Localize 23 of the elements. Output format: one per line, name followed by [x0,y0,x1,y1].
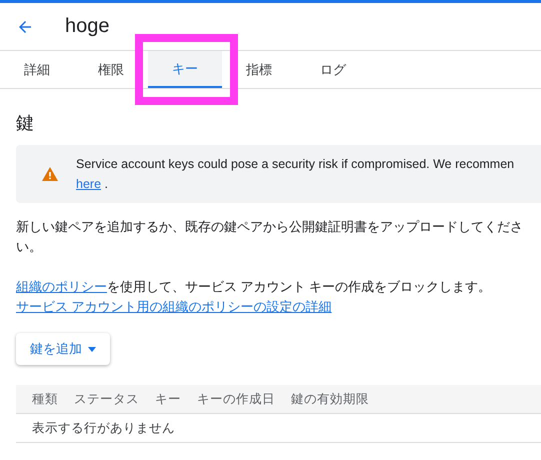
warning-period: . [104,177,108,191]
warning-icon [42,167,58,181]
warning-text: Service account keys could pose a security risk if compromised. We recommen [76,156,514,173]
column-header: ステータス [58,385,139,414]
tab[interactable]: 詳細 [0,51,74,88]
add-key-button[interactable]: 鍵を追加 [16,333,110,365]
tab[interactable]: 権限 [74,51,148,88]
column-header: 種類 [16,385,58,414]
page-title: hoge [65,15,110,38]
tab[interactable]: 指標 [222,51,296,88]
caret-icon [88,346,96,352]
column-header: キー [139,385,181,414]
tab[interactable]: キー [148,51,222,88]
policy-link[interactable]: 組織のポリシー [16,279,107,294]
details-link[interactable]: サービス アカウント用の組織のポリシーの設定の詳細 [16,297,332,317]
empty-table-message: 表示する行がありません [16,414,541,442]
section-title: 鍵 [16,112,35,135]
tab[interactable]: ログ [296,51,370,88]
column-header: 鍵の有効期限 [275,385,369,414]
here-link[interactable]: here [76,177,102,191]
policy-text: 組織のポリシーを使用して、サービス アカウント キーの作成をブロックします。 [16,278,492,296]
description-text: 新しい鍵ペアを追加するか、既存の鍵ペアから公開鍵証明書をアップロードしてください。 [16,218,524,256]
column-header: キーの作成日 [181,385,275,414]
